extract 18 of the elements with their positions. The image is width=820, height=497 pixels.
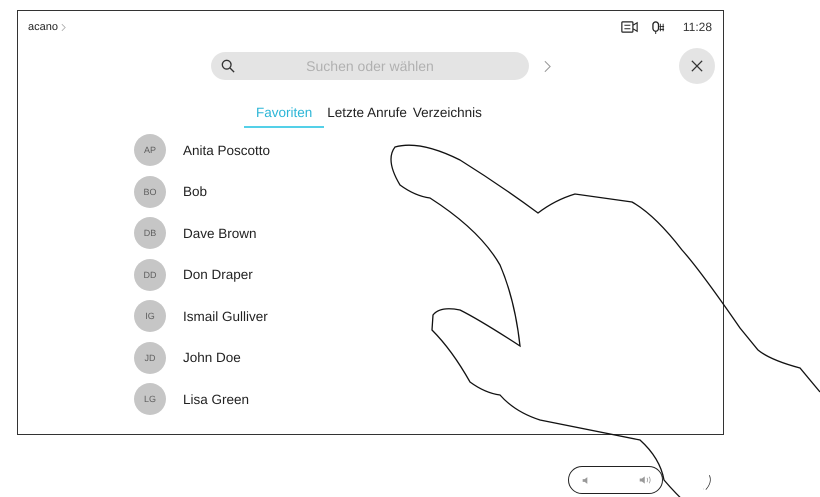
contact-name[interactable]: Anita Poscotto [183, 142, 270, 158]
contact-name[interactable]: Bob [183, 184, 208, 199]
tab[interactable]: Letzte Anrufe [324, 104, 410, 128]
avatar-initials: JD [134, 342, 166, 374]
avatar-initials: DB [134, 217, 166, 249]
clock-time: 11:28 [682, 20, 712, 34]
avatar-initials: IG [134, 300, 166, 332]
contact-name[interactable]: Lisa Green [183, 392, 250, 406]
avatar-initials: DD [134, 258, 166, 290]
avatar-initials: LG [134, 383, 166, 415]
contact-name[interactable]: Dave Brown [183, 226, 257, 240]
avatar-initials: BO [134, 176, 166, 208]
contact-name[interactable]: Don Draper [183, 267, 253, 282]
contact-name[interactable]: Ismail Gulliver [183, 308, 268, 324]
brand-label: acano [28, 21, 58, 33]
tab[interactable]: Verzeichnis [410, 104, 485, 128]
avatar-initials: AP [134, 134, 166, 166]
contact-name[interactable]: John Doe [183, 350, 241, 365]
